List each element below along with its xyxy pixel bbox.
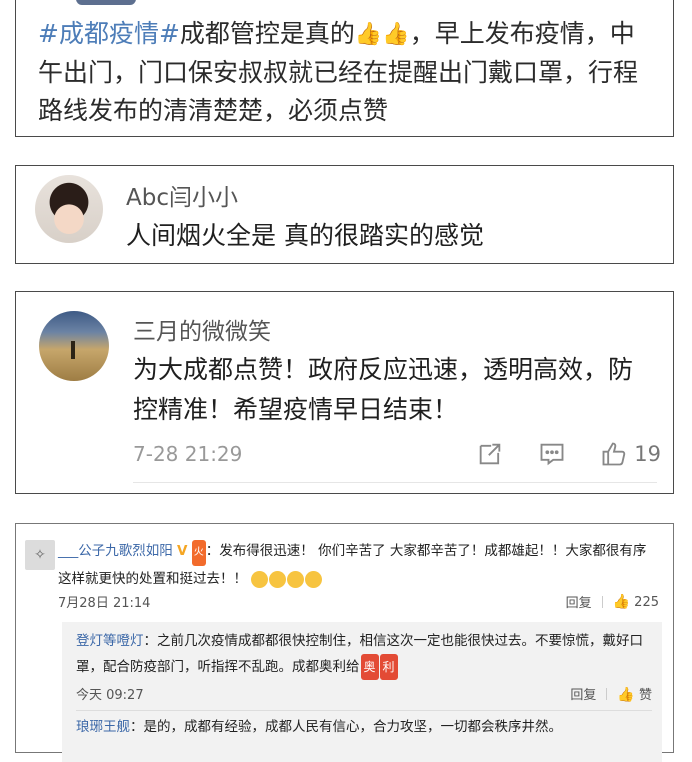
comment-icon [540,443,564,466]
emoji-tag: 奥 [360,654,379,680]
thumbs-up-icon: 👍 [382,22,410,47]
share-icon [479,443,501,465]
thumbs-up-icon: 👍 [354,22,383,47]
reply-button[interactable]: 回复 [566,592,592,611]
reply-text: ：是的，成都有经验，成都人民有信心，合力攻坚，一切都会秩序井然。 [130,719,562,735]
verified-badge: V [177,543,188,559]
like-count: 19 [634,442,661,466]
comment-actions: 19 [442,440,661,468]
comment-card: Abc闫小小 人间烟火全是 真的很踏实的感觉 [15,165,674,264]
thumbs-up-icon [602,442,626,466]
comment-button[interactable] [538,440,566,468]
share-button[interactable] [476,440,504,468]
thread-main-comment: ___公子九歌烈如阳 V 火：发布得很迅速！ 你们辛苦了 大家都辛苦了！成都雄起… [58,538,663,592]
comment-timestamp: 7月28日 21:14 [58,596,151,611]
reply-item: 登灯等噔灯：之前几次疫情成都都很快控制住，相信这次一定也能很快过去。不要惊慌，戴… [76,628,648,680]
like-button[interactable]: 👍 赞 [617,684,652,703]
avatar[interactable] [76,0,136,5]
replies-box: 登灯等噔灯：之前几次疫情成都都很快控制住，相信这次一定也能很快过去。不要惊慌，戴… [62,622,662,762]
reply-item: 琅琊王舰：是的，成都有经验，成都人民有信心，合力攻坚，一切都会秩序井然。 [76,714,648,740]
comment-thread-card: ✧ ___公子九歌烈如阳 V 火：发布得很迅速！ 你们辛苦了 大家都辛苦了！成都… [15,523,674,762]
reply-text: ：之前几次疫情成都都很快控制住，相信这次一定也能很快过去。不要惊慌，戴好口罩，配… [76,633,643,675]
crying-emoji-icon [305,570,323,588]
divider [601,595,603,608]
reply-username[interactable]: 琅琊王舰 [76,719,130,735]
divider [76,710,652,711]
divider [606,687,608,700]
avatar[interactable]: ✧ [25,540,55,570]
thumbs-up-icon: 👍 [617,687,635,703]
emoji-tag: 利 [379,654,398,680]
comment-username[interactable]: ___公子九歌烈如阳 [58,543,173,559]
crying-emoji-icon [287,570,305,588]
like-button[interactable]: 19 [600,440,661,468]
like-button[interactable]: 👍 225 [613,594,659,610]
like-label: 赞 [638,688,652,703]
reply-timestamp: 今天 09:27 [76,688,144,703]
avatar[interactable] [39,311,109,381]
crying-emoji-icon [251,570,269,588]
avatar[interactable] [35,175,103,243]
comment-timestamp: 7-28 21:29 [133,442,243,466]
reply-meta: 今天 09:27 回复 👍 赞 [76,684,652,703]
reply-button[interactable]: 回复 [570,684,596,703]
comment-text: 人间烟火全是 真的很踏实的感觉 [126,221,484,250]
thumbs-up-icon: 👍 [612,593,631,610]
comment-meta: 7月28日 21:14 回复 👍 225 [58,592,659,612]
post-text: #成都疫情#成都管控是真的👍👍，早上发布疫情，中午出门，门口保安叔叔就已经在提醒… [38,15,658,130]
crying-emoji-icon [269,570,287,588]
reply-username[interactable]: 登灯等噔灯 [76,633,144,649]
post-card: #成都疫情#成都管控是真的👍👍，早上发布疫情，中午出门，门口保安叔叔就已经在提醒… [15,0,674,137]
like-count: 225 [634,594,659,610]
comment-username[interactable]: Abc闫小小 [126,178,238,212]
hashtag-link[interactable]: #成都疫情# [38,19,180,48]
comment-username[interactable]: 三月的微微笑 [133,312,271,346]
comment-card: 三月的微微笑 为大成都点赞！政府反应迅速，透明高效，防控精准！希望疫情早日结束！… [15,291,674,494]
divider [133,482,657,483]
fan-badge: 火 [191,540,206,566]
comment-text: 为大成都点赞！政府反应迅速，透明高效，防控精准！希望疫情早日结束！ [133,355,634,424]
